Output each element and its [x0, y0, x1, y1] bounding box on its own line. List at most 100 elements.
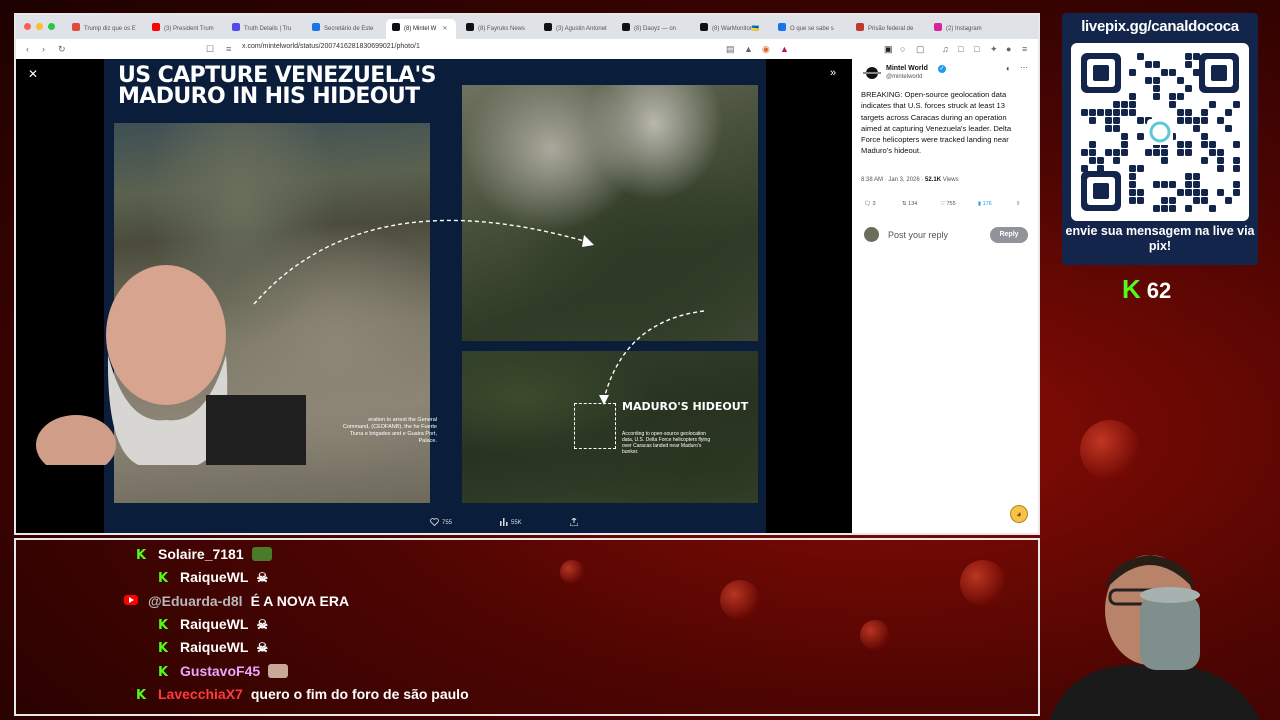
tab-12[interactable]: (2) Instagram	[928, 19, 1002, 39]
tab-8[interactable]: (8) Daoyz — on	[616, 19, 690, 39]
chat-username[interactable]: @Eduarda-d8l	[148, 593, 243, 609]
guest-webcam	[36, 265, 306, 465]
author-handle[interactable]: @mintelworld	[886, 74, 922, 80]
reply-button[interactable]: Reply	[990, 227, 1028, 243]
kick-icon: K	[157, 664, 169, 680]
tab-11[interactable]: Prisão federal de	[850, 19, 924, 39]
like-count: 755	[442, 520, 453, 526]
like-count: 755	[946, 201, 956, 207]
share-button[interactable]	[569, 517, 581, 527]
tab-6[interactable]: (8) Fayruks News	[460, 19, 534, 39]
hideout-description: According to open-source geolocation dat…	[622, 431, 711, 455]
tab-2[interactable]: (3) President Trum	[146, 19, 222, 39]
background-bubble	[1080, 420, 1140, 480]
reply-action[interactable]: 🗨︎ 3	[864, 201, 876, 207]
bookmark-action[interactable]: ▮ 176	[978, 201, 992, 207]
forward-icon[interactable]: ›	[42, 43, 45, 55]
extension-icon[interactable]: ▢	[916, 43, 925, 55]
site-info-icon[interactable]: ≡	[226, 43, 231, 55]
extension-icon[interactable]: □	[974, 43, 979, 55]
close-window-button[interactable]	[24, 23, 31, 30]
youtube-icon	[124, 593, 138, 609]
tab-label: Secretário de Este	[324, 26, 374, 32]
chat-username[interactable]: RaiqueWL	[180, 616, 248, 632]
tab-label: Prisão federal de	[868, 26, 914, 32]
chat-username[interactable]: Solaire_7181	[158, 546, 244, 562]
tab-label: (2) Instagram	[946, 26, 982, 32]
chevron-right-icon[interactable]: »	[830, 67, 836, 79]
tweet-timestamp[interactable]: 8:38 AM · Jan 3, 2026 ·	[861, 177, 923, 183]
chat-message: K Solaire_7181	[134, 546, 272, 566]
tab-10[interactable]: O que se sabe s	[772, 19, 846, 39]
repost-action[interactable]: ⇅ 134	[902, 201, 917, 207]
chat-username[interactable]: RaiqueWL	[180, 639, 248, 655]
tab-label: (8) Mintel W	[404, 26, 437, 32]
minimize-window-button[interactable]	[36, 23, 43, 30]
kick-icon: K	[135, 548, 147, 563]
tab-label: O que se sabe s	[790, 26, 834, 32]
share-action[interactable]: ⇧	[1016, 201, 1021, 207]
warning-icon[interactable]: ▲	[780, 43, 789, 55]
favicon-icon	[312, 23, 320, 31]
views-count: 55K	[511, 520, 522, 526]
tabs-icon[interactable]: ▤	[726, 43, 735, 55]
close-icon[interactable]: ✕	[28, 67, 38, 81]
skull-emote-icon: ☠	[256, 570, 269, 586]
extension-icon[interactable]: □	[958, 43, 963, 55]
menu-icon[interactable]: ≡	[1022, 43, 1027, 55]
chat-message: K GustavoF45	[156, 663, 289, 683]
like-button[interactable]: 755	[430, 518, 453, 527]
heart-icon	[430, 518, 439, 527]
tab-3[interactable]: Truth Details | Tru	[226, 19, 302, 39]
like-action[interactable]: ♡ 755	[940, 201, 956, 207]
verified-badge-icon: ✓	[938, 65, 946, 73]
chat-message: K RaiqueWL ☠	[156, 569, 268, 589]
more-options-icon[interactable]: ⋯	[1020, 63, 1028, 72]
address-bar[interactable]: x.com/mintelworld/status/200741628183069…	[242, 43, 420, 50]
grok-icon[interactable]: ◐	[1006, 64, 1011, 73]
profile-icon[interactable]: ●	[1006, 43, 1011, 55]
favicon-icon	[544, 23, 552, 31]
extension-icon[interactable]: ♫	[942, 43, 949, 55]
chat-overlay: K Solaire_7181 K RaiqueWL ☠ @Eduarda-d8l É A N…	[14, 538, 1040, 716]
chat-username[interactable]: RaiqueWL	[180, 569, 248, 585]
chat-message: K RaiqueWL ☠	[156, 639, 268, 659]
translate-icon[interactable]: ◕	[1010, 505, 1028, 523]
author-name[interactable]: Mintel World	[886, 65, 928, 72]
tab-1[interactable]: Trump diz que os E	[66, 19, 142, 39]
tab-9[interactable]: (8) WarMonitor🇺🇦	[694, 19, 768, 39]
tab-7[interactable]: (3) Agustin Antonet	[538, 19, 612, 39]
shield-icon[interactable]: ◉	[762, 43, 770, 55]
chat-username[interactable]: GustavoF45	[180, 663, 260, 679]
extension-icon[interactable]: ○	[900, 43, 905, 55]
reply-input[interactable]: Post your reply	[888, 230, 948, 240]
favicon-icon	[152, 23, 160, 31]
favicon-icon	[778, 23, 786, 31]
close-tab-icon[interactable]: ✕	[442, 26, 447, 32]
puzzle-icon[interactable]: ✦	[990, 43, 998, 55]
tab-4[interactable]: Secretário de Este	[306, 19, 382, 39]
tab-label: Truth Details | Tru	[244, 26, 292, 32]
tab-label: (3) President Trum	[164, 26, 214, 32]
qr-code-image	[1081, 53, 1240, 212]
extension-icon[interactable]: ▣	[884, 43, 893, 55]
tab-label: (8) Fayruks News	[478, 26, 526, 32]
chat-text: quero o fim do foro de são paulo	[250, 685, 469, 702]
back-icon[interactable]: ‹	[26, 43, 29, 55]
chat-message: @Eduarda-d8l É A NOVA ERA	[124, 593, 349, 613]
favicon-icon	[622, 23, 630, 31]
bookmark-icon[interactable]: ☐	[206, 43, 214, 55]
avatar[interactable]	[862, 66, 882, 80]
views-button[interactable]: 55K	[500, 518, 522, 526]
chat-username[interactable]: LavecchiaX7	[158, 686, 243, 702]
viewer-action-bar: 755 55K	[16, 511, 852, 533]
reload-icon[interactable]: ↻	[58, 43, 66, 55]
bookmark-icon: ▮	[978, 201, 982, 207]
maximize-window-button[interactable]	[48, 23, 55, 30]
livepix-url: livepix.gg/canaldococa	[1081, 18, 1239, 35]
lock-icon[interactable]: ▲	[744, 43, 753, 55]
tweet-metadata: 8:38 AM · Jan 3, 2026 · 52.1K Views	[861, 177, 959, 183]
image-caption: eration to arrest the General Command, (…	[342, 417, 437, 444]
favicon-icon	[232, 23, 240, 31]
tab-5[interactable]: (8) Mintel W ✕	[386, 19, 456, 39]
